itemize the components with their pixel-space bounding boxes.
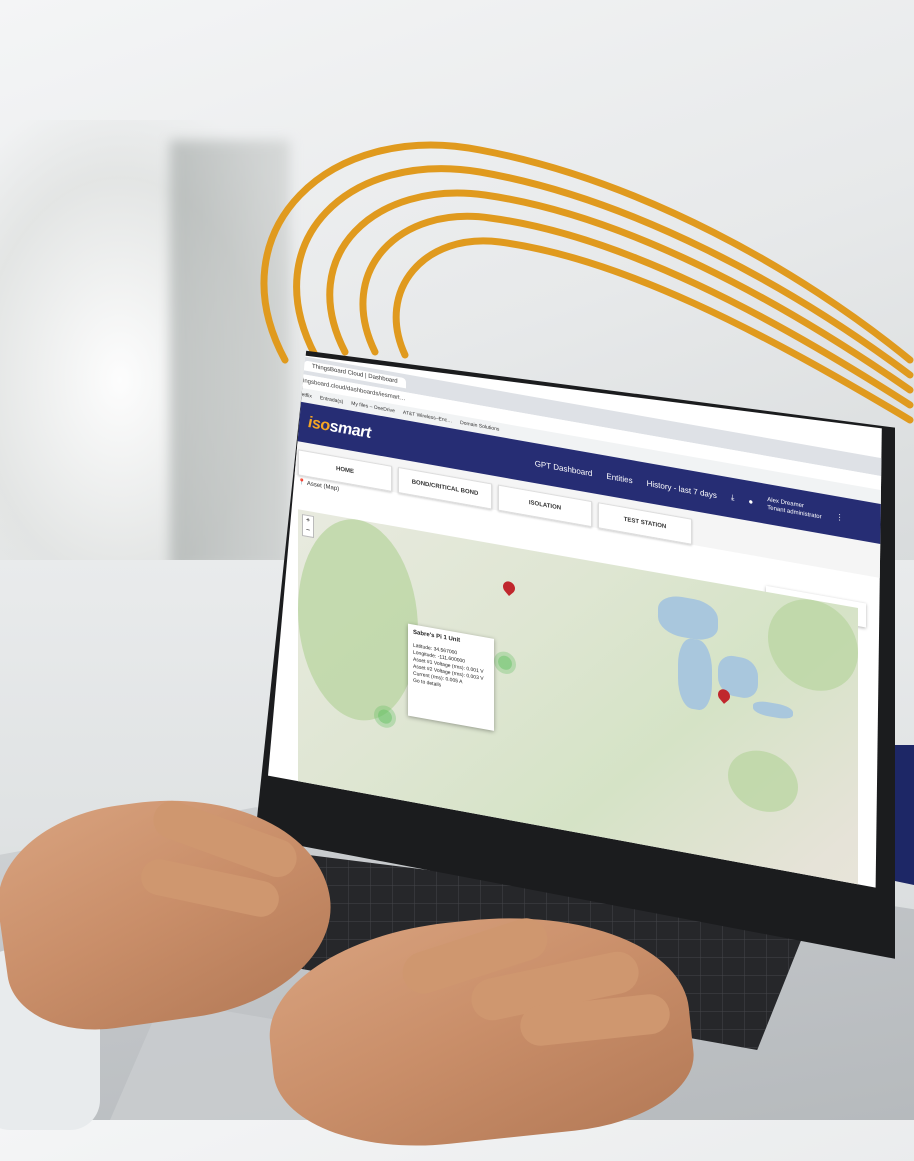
entities-button[interactable]: Entities bbox=[606, 471, 632, 485]
bookmark-item[interactable]: Entrada(s) bbox=[320, 395, 343, 405]
forest-area bbox=[728, 745, 798, 818]
map-pin-icon: 📍 bbox=[298, 479, 306, 487]
isosmart-logo[interactable]: isosmart bbox=[308, 414, 371, 443]
asset-popup: Sabre's Pi 1 Unit Latitude: 34.567000 Lo… bbox=[408, 623, 494, 731]
marker-cluster[interactable] bbox=[498, 654, 512, 672]
more-menu-icon[interactable]: ⋮ bbox=[836, 512, 844, 522]
marker-cluster[interactable] bbox=[378, 708, 392, 725]
lake-superior bbox=[658, 592, 718, 644]
zoom-out-icon[interactable]: − bbox=[303, 525, 313, 537]
user-avatar-icon[interactable]: ● bbox=[748, 496, 753, 506]
download-icon[interactable]: ⤓ bbox=[731, 493, 735, 504]
user-info: Alex Dreamer Tenant administrator bbox=[767, 496, 821, 522]
history-button[interactable]: History - last 7 days bbox=[647, 478, 717, 499]
map-marker-red[interactable] bbox=[500, 579, 518, 596]
zoom-control[interactable]: + − bbox=[302, 513, 314, 539]
signal-arc-2 bbox=[293, 165, 914, 379]
lake-michigan bbox=[678, 636, 712, 713]
forest-area bbox=[298, 509, 418, 731]
dashboard-select[interactable]: GPT Dashboard bbox=[535, 459, 593, 478]
lake-erie bbox=[753, 699, 793, 721]
forest-area bbox=[768, 592, 858, 699]
